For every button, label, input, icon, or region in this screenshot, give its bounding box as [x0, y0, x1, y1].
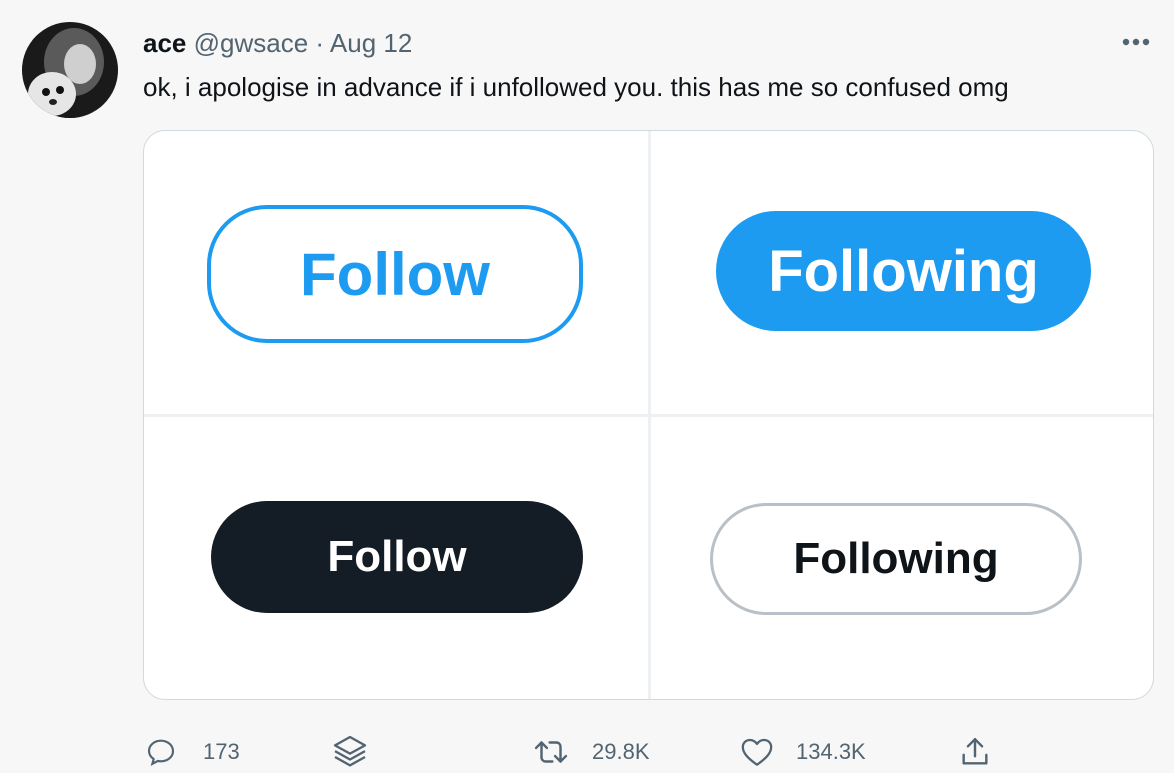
reply-icon	[145, 736, 177, 768]
retweet-button[interactable]: 29.8K	[532, 732, 650, 772]
tweet-actions: 173 29.8K 134.3K	[0, 732, 1174, 772]
separator-dot: ·	[315, 28, 325, 58]
author-handle[interactable]: @gwsace	[194, 28, 309, 58]
author-name[interactable]: ace	[143, 28, 186, 58]
avatar[interactable]	[22, 22, 118, 118]
like-button[interactable]: 134.3K	[740, 732, 866, 772]
stack-icon	[330, 732, 370, 772]
retweet-icon	[532, 736, 570, 768]
media-divider-horizontal	[144, 414, 1153, 417]
like-count: 134.3K	[796, 739, 866, 764]
share-button[interactable]	[958, 732, 992, 772]
following-filled-pill: Following	[716, 211, 1091, 331]
tweet-text: ok, i apologise in advance if i unfollow…	[143, 72, 1009, 102]
tweet-header: ace @gwsace · Aug 12	[143, 28, 412, 59]
follow-outline-pill: Follow	[207, 205, 583, 343]
reply-count: 173	[203, 739, 240, 764]
tweet-date[interactable]: Aug 12	[330, 28, 412, 58]
share-icon	[958, 734, 992, 770]
retweet-count: 29.8K	[592, 739, 650, 764]
following-outline-pill: Following	[710, 503, 1082, 615]
more-icon[interactable]	[1118, 28, 1154, 56]
reply-button[interactable]: 173	[145, 732, 240, 772]
follow-dark-pill: Follow	[211, 501, 583, 613]
like-icon	[740, 736, 774, 768]
tweet-media[interactable]: Follow Following Follow Following	[143, 130, 1154, 700]
stack-button[interactable]	[330, 732, 370, 772]
